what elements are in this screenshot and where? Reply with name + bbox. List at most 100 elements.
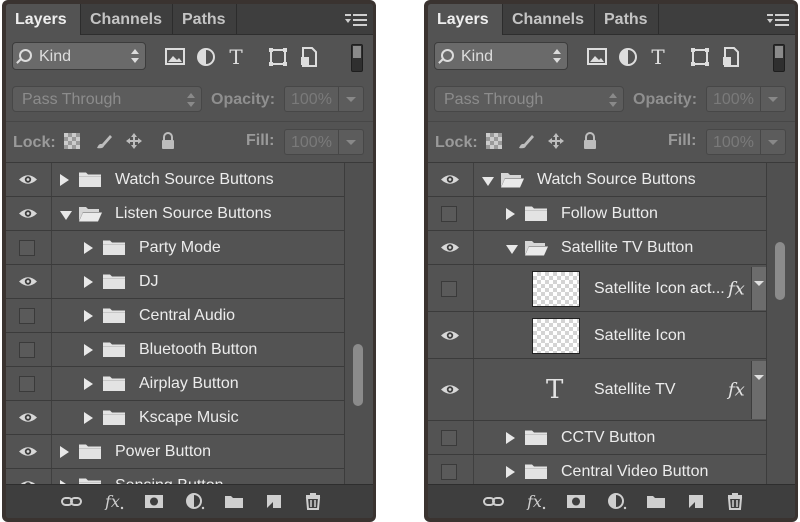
layer-group-row[interactable]: Satellite TV Button [428, 231, 766, 265]
layer-group-row[interactable]: Kscape Music [6, 401, 344, 435]
layer-list-scrollbar[interactable] [344, 163, 373, 484]
layer-row[interactable]: T Satellite TV fx [428, 359, 766, 421]
opacity-dropdown-icon[interactable] [760, 87, 785, 111]
chevron-right-icon[interactable] [84, 412, 93, 424]
effects-expand-icon[interactable] [751, 267, 766, 310]
kind-filter-select[interactable]: Kind [12, 42, 146, 70]
chevron-right-icon[interactable] [506, 208, 515, 220]
shape-filter-icon[interactable] [267, 46, 289, 68]
visibility-toggle-empty[interactable] [441, 430, 457, 446]
eye-icon[interactable] [440, 173, 460, 186]
visibility-toggle-empty[interactable] [19, 376, 35, 392]
eye-icon[interactable] [18, 275, 38, 288]
link-layers-icon[interactable] [483, 492, 505, 510]
lock-all-icon[interactable] [159, 132, 177, 150]
chevron-down-icon[interactable] [506, 245, 518, 254]
chevron-right-icon[interactable] [84, 378, 93, 390]
visibility-cell[interactable] [6, 265, 52, 298]
smart-object-filter-icon[interactable] [720, 46, 742, 68]
blend-mode-select[interactable]: Pass Through [434, 86, 624, 112]
image-filter-icon[interactable] [586, 46, 608, 68]
visibility-cell[interactable] [6, 299, 52, 332]
layer-group-row[interactable]: DJ [6, 265, 344, 299]
adjustment-layer-icon[interactable] [184, 492, 206, 510]
chevron-right-icon[interactable] [60, 174, 69, 186]
effects-expand-icon[interactable] [751, 361, 766, 419]
trash-icon[interactable] [302, 492, 324, 510]
visibility-cell[interactable] [428, 359, 474, 420]
layer-group-row[interactable]: Sensing Button [6, 469, 344, 484]
opacity-dropdown-icon[interactable] [338, 87, 363, 111]
filter-toggle[interactable] [773, 44, 785, 72]
visibility-cell[interactable] [6, 231, 52, 264]
layer-mask-icon[interactable] [143, 492, 165, 510]
fill-dropdown-icon[interactable] [338, 130, 363, 154]
scrollbar-thumb[interactable] [353, 344, 363, 406]
tab-channels[interactable]: Channels [81, 4, 173, 34]
visibility-toggle-empty[interactable] [19, 308, 35, 324]
panel-menu-icon[interactable] [345, 12, 367, 26]
lock-transparent-pixels-icon[interactable] [485, 132, 503, 150]
new-layer-icon[interactable] [685, 492, 707, 510]
lock-position-icon[interactable] [125, 132, 143, 150]
visibility-cell[interactable] [428, 421, 474, 454]
layer-group-row[interactable]: Watch Source Buttons [428, 163, 766, 197]
visibility-cell[interactable] [428, 312, 474, 358]
layer-group-row[interactable]: Follow Button [428, 197, 766, 231]
panel-menu-icon[interactable] [767, 12, 789, 26]
visibility-cell[interactable] [428, 231, 474, 264]
eye-icon[interactable] [18, 173, 38, 186]
layer-group-row[interactable]: Listen Source Buttons [6, 197, 344, 231]
chevron-right-icon[interactable] [506, 432, 515, 444]
layer-group-row[interactable]: Power Button [6, 435, 344, 469]
opacity-field[interactable]: 100% [706, 86, 786, 112]
visibility-cell[interactable] [6, 469, 52, 484]
link-layers-icon[interactable] [61, 492, 83, 510]
tab-layers[interactable]: Layers [428, 4, 503, 35]
visibility-cell[interactable] [6, 333, 52, 366]
layer-group-row[interactable]: Airplay Button [6, 367, 344, 401]
visibility-cell[interactable] [6, 435, 52, 468]
layer-group-row[interactable]: Watch Source Buttons [6, 163, 344, 197]
eye-icon[interactable] [440, 383, 460, 396]
shape-filter-icon[interactable] [689, 46, 711, 68]
lock-image-pixels-icon[interactable] [95, 132, 113, 150]
lock-transparent-pixels-icon[interactable] [63, 132, 81, 150]
layer-group-row[interactable]: Central Video Button [428, 455, 766, 484]
chevron-right-icon[interactable] [84, 242, 93, 254]
fx-icon[interactable]: fx [103, 492, 125, 511]
chevron-right-icon[interactable] [84, 310, 93, 322]
layer-row[interactable]: Satellite Icon act... fx [428, 265, 766, 312]
image-filter-icon[interactable] [164, 46, 186, 68]
opacity-field[interactable]: 100% [284, 86, 364, 112]
visibility-toggle-empty[interactable] [19, 240, 35, 256]
chevron-right-icon[interactable] [84, 276, 93, 288]
layer-group-row[interactable]: CCTV Button [428, 421, 766, 455]
kind-filter-select[interactable]: Kind [434, 42, 568, 70]
adjustment-layer-icon[interactable] [606, 492, 628, 510]
layer-list-scrollbar[interactable] [766, 163, 795, 484]
scrollbar-thumb[interactable] [775, 242, 785, 300]
type-filter-icon[interactable]: T [647, 45, 669, 69]
fill-field[interactable]: 100% [284, 129, 364, 155]
filter-toggle[interactable] [351, 44, 363, 72]
layer-row[interactable]: Satellite Icon [428, 312, 766, 359]
visibility-toggle-empty[interactable] [19, 342, 35, 358]
eye-icon[interactable] [440, 241, 460, 254]
layer-group-row[interactable]: Party Mode [6, 231, 344, 265]
tab-paths[interactable]: Paths [595, 4, 659, 34]
tab-paths[interactable]: Paths [173, 4, 237, 34]
chevron-right-icon[interactable] [506, 466, 515, 478]
new-group-icon[interactable] [645, 492, 667, 510]
eye-icon[interactable] [18, 445, 38, 458]
visibility-cell[interactable] [428, 455, 474, 484]
type-filter-icon[interactable]: T [225, 45, 247, 69]
visibility-toggle-empty[interactable] [441, 280, 457, 297]
adjustment-filter-icon[interactable] [195, 46, 217, 68]
visibility-cell[interactable] [6, 163, 52, 196]
visibility-cell[interactable] [6, 401, 52, 434]
visibility-cell[interactable] [428, 197, 474, 230]
visibility-toggle-empty[interactable] [441, 206, 457, 222]
smart-object-filter-icon[interactable] [298, 46, 320, 68]
layer-mask-icon[interactable] [565, 492, 587, 510]
